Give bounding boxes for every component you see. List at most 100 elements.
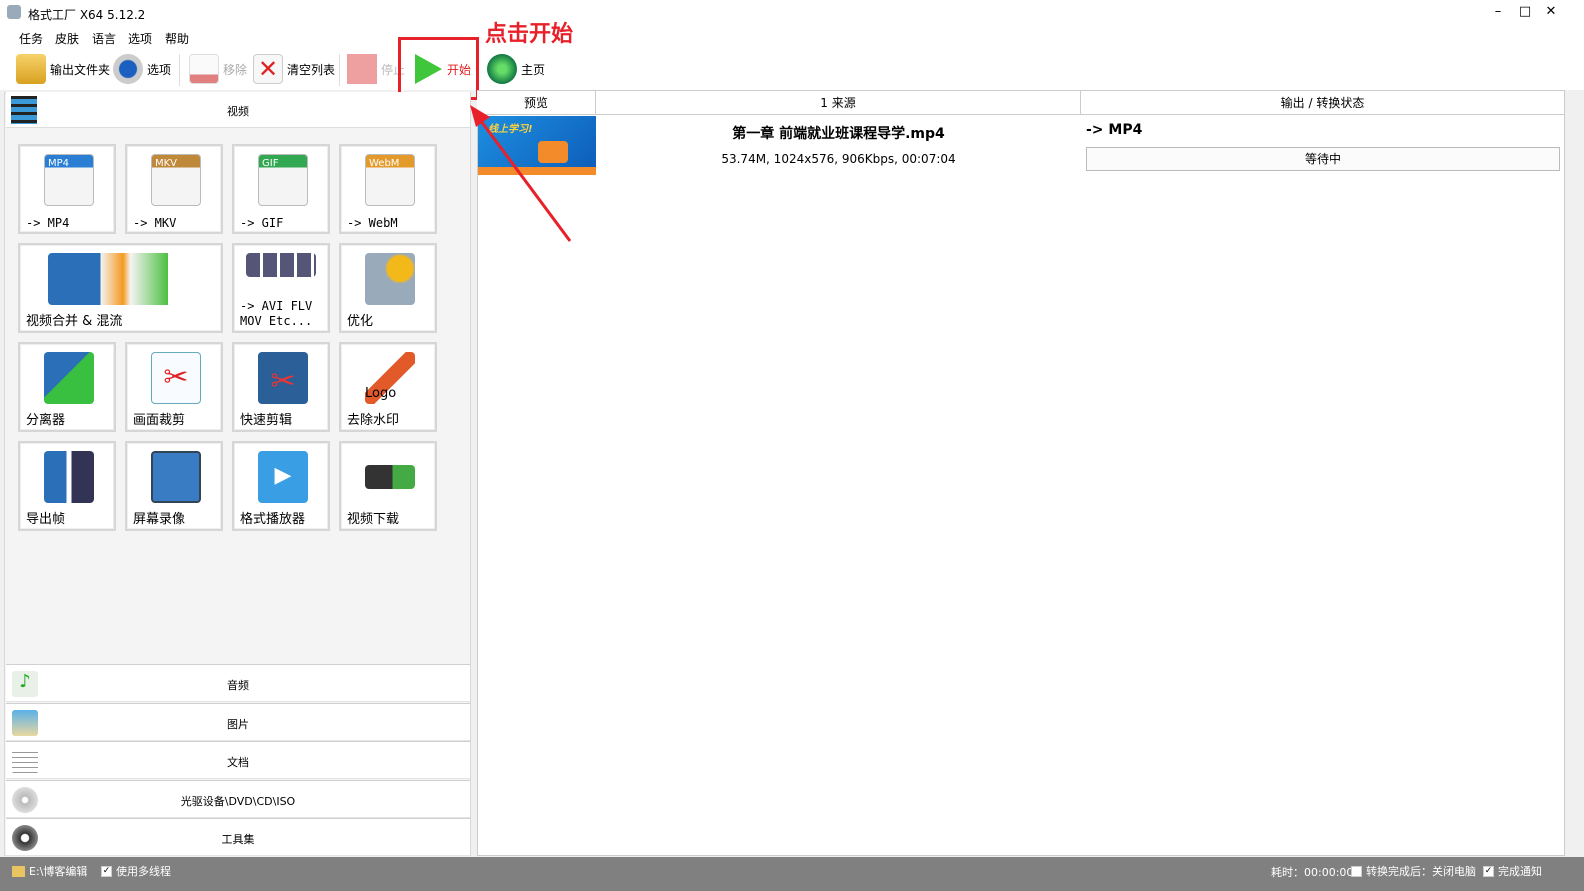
category-label: 图片 <box>227 718 249 731</box>
mp4-file-icon: MP4 <box>44 154 94 206</box>
tile-remove-watermark[interactable]: Logo 去除水印 <box>339 342 437 432</box>
category-video-header[interactable]: 视频 <box>6 92 470 128</box>
status-bar: E:\博客编辑 ✓ 使用多线程 耗时：00:00:00 转换完成后：关闭电脑 ✓ 完… <box>0 857 1584 891</box>
player-icon: ▶ <box>258 451 308 503</box>
annotation-text: 点击开始 <box>485 22 574 47</box>
output-folder-path[interactable]: E:\博客编辑 <box>12 863 87 879</box>
multithread-checkbox[interactable]: ✓ 使用多线程 <box>101 863 171 879</box>
tile-crop[interactable]: ✂ 画面裁剪 <box>125 342 223 432</box>
tile-splitter[interactable]: 分离器 <box>18 342 116 432</box>
category-tools[interactable]: 工具集 <box>6 818 470 856</box>
annotation-highlight-box <box>398 37 479 100</box>
column-header-source[interactable]: 1 来源 <box>596 91 1081 115</box>
file-name: 第一章 前端就业班课程导学.mp4 <box>732 126 945 142</box>
options-label: 选项 <box>147 62 172 77</box>
category-label: 光驱设备\DVD\CD\ISO <box>180 795 296 808</box>
title-bar <box>0 0 1584 26</box>
checkbox-checked: ✓ <box>101 865 112 877</box>
output-folder-button[interactable]: 输出文件夹 <box>16 52 110 86</box>
tile-to-gif[interactable]: GIF -> GIF <box>232 144 330 234</box>
tile-to-mp4[interactable]: MP4 -> MP4 <box>18 144 116 234</box>
remove-button[interactable]: 移除 <box>189 52 247 86</box>
menu-skin[interactable]: 皮肤 <box>55 30 79 47</box>
video-header-label: 视频 <box>227 105 249 118</box>
tile-label: 格式播放器 <box>240 512 306 527</box>
merge-icon <box>48 253 198 305</box>
notify-checkbox[interactable]: ✓ 完成通知 <box>1483 863 1542 879</box>
stop-button[interactable]: 停止 <box>347 52 405 86</box>
file-list <box>477 90 1565 856</box>
tile-label: -> MKV <box>133 216 177 230</box>
close-button[interactable]: ✕ <box>1541 4 1561 19</box>
menu-bar <box>0 26 1584 48</box>
tile-label: 画面裁剪 <box>133 413 186 428</box>
category-image[interactable]: 图片 <box>6 703 470 741</box>
tile-export-frames[interactable]: 导出帧 <box>18 441 116 531</box>
quick-clip-icon: ✂ <box>258 352 308 404</box>
output-format: -> MP4 <box>1086 122 1143 138</box>
frames-icon <box>44 451 94 503</box>
tile-quick-clip[interactable]: ✂ 快速剪辑 <box>232 342 330 432</box>
screen-record-icon <box>151 451 201 503</box>
tile-label: 快速剪辑 <box>240 413 293 428</box>
category-audio[interactable]: ♪ 音频 <box>6 664 470 702</box>
tile-video-download[interactable]: 视频下载 <box>339 441 437 531</box>
tile-label: 分离器 <box>26 413 66 428</box>
eraser-icon: Logo <box>365 352 415 404</box>
category-disc[interactable]: 光驱设备\DVD\CD\ISO <box>6 780 470 818</box>
folder-icon <box>12 865 25 877</box>
tile-to-other-formats[interactable]: -> AVI FLV MOV Etc... <box>232 243 330 333</box>
maximize-button[interactable]: □ <box>1515 4 1535 19</box>
menu-help[interactable]: 帮助 <box>165 30 189 47</box>
tile-video-merge[interactable]: 视频合并 & 混流 <box>18 243 223 333</box>
category-document[interactable]: 文档 <box>6 741 470 779</box>
multithread-label: 使用多线程 <box>116 865 171 878</box>
formats-icon <box>246 253 316 277</box>
toolbar-divider <box>339 54 340 86</box>
tile-screen-record[interactable]: 屏幕录像 <box>125 441 223 531</box>
stop-icon <box>347 54 377 84</box>
clear-list-button[interactable]: ✕ 清空列表 <box>253 52 335 86</box>
tile-label: 屏幕录像 <box>133 512 186 527</box>
checkbox-checked: ✓ <box>1483 865 1494 877</box>
tile-label: 视频合并 & 混流 <box>26 314 123 329</box>
tile-player[interactable]: ▶ 格式播放器 <box>232 441 330 531</box>
notify-label: 完成通知 <box>1498 865 1542 878</box>
video-download-icon <box>365 465 415 489</box>
category-label: 文档 <box>227 756 249 769</box>
elapsed-time: 耗时：00:00:00 <box>1271 866 1354 879</box>
output-folder-label: 输出文件夹 <box>50 62 111 77</box>
gif-file-icon: GIF <box>258 154 308 206</box>
toolbar-divider <box>179 54 180 86</box>
home-label: 主页 <box>521 62 546 77</box>
home-button[interactable]: 主页 <box>487 52 545 86</box>
options-button[interactable]: 选项 <box>113 52 171 86</box>
tile-optimize[interactable]: 优化 <box>339 243 437 333</box>
webm-file-icon: WebM <box>365 154 415 206</box>
menu-language[interactable]: 语言 <box>92 30 116 47</box>
tile-to-mkv[interactable]: MKV -> MKV <box>125 144 223 234</box>
mkv-file-icon: MKV <box>151 154 201 206</box>
optimize-gears-icon <box>365 253 415 305</box>
menu-task[interactable]: 任务 <box>19 30 43 47</box>
gear-icon <box>113 54 143 84</box>
column-header-output[interactable]: 输出 / 转换状态 <box>1081 91 1565 115</box>
folder-path-label: E:\博客编辑 <box>29 865 88 878</box>
tile-label: -> MP4 <box>26 216 70 230</box>
tile-label: 导出帧 <box>26 512 66 527</box>
tile-label: -> GIF <box>240 216 284 230</box>
shutdown-after-checkbox[interactable]: 转换完成后：关闭电脑 <box>1351 863 1476 879</box>
folder-icon <box>16 54 46 84</box>
category-label: 音频 <box>227 679 249 692</box>
tile-label: -> WebM <box>347 216 398 230</box>
shutdown-label: 转换完成后：关闭电脑 <box>1366 865 1476 878</box>
menu-options[interactable]: 选项 <box>128 30 152 47</box>
tile-label: 去除水印 <box>347 413 400 428</box>
tile-label: 优化 <box>347 314 374 329</box>
tile-to-webm[interactable]: WebM -> WebM <box>339 144 437 234</box>
document-remove-icon <box>189 54 219 84</box>
tile-label: 视频下载 <box>347 512 400 527</box>
splitter-icon <box>44 352 94 404</box>
minimize-button[interactable]: – <box>1488 4 1508 19</box>
file-info: 53.74M, 1024x576, 906Kbps, 00:07:04 <box>721 152 956 166</box>
